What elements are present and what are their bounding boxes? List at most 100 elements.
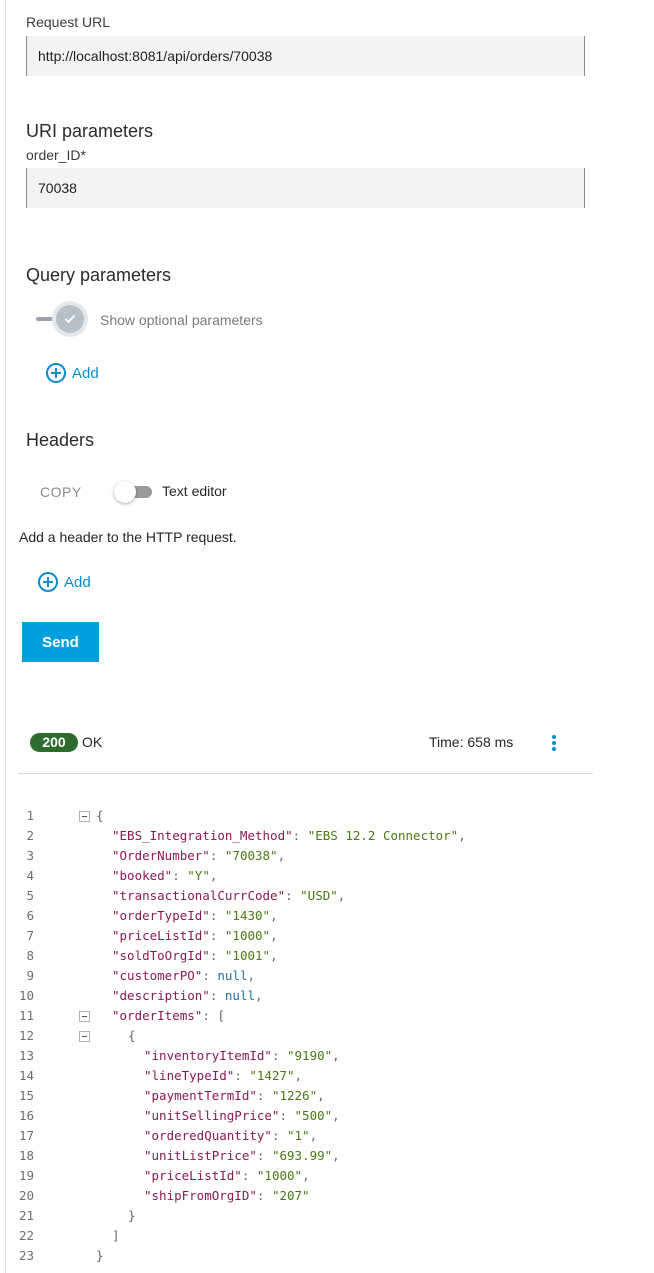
json-string: "70038" [224, 848, 278, 863]
add-header-button[interactable]: Add [38, 572, 91, 592]
code-line: 20 "shipFromOrgID": "207" [0, 1186, 620, 1206]
code-line: 6 "orderTypeId": "1430", [0, 906, 620, 926]
request-url-label: Request URL [26, 14, 111, 30]
fold-toggle-icon[interactable] [79, 811, 90, 822]
json-punctuation: , [270, 928, 278, 943]
code-text: { [96, 1026, 136, 1046]
code-text: "priceListId": "1000", [96, 926, 278, 946]
json-string: "1427" [249, 1068, 295, 1083]
uri-parameters-title: URI parameters [26, 121, 154, 141]
json-punctuation: , [337, 888, 346, 903]
code-line: 3 "OrderNumber": "70038", [0, 846, 620, 866]
add-query-parameter-label: Add [72, 364, 99, 382]
json-punctuation: { [128, 1028, 136, 1043]
line-number: 8 [26, 948, 34, 963]
json-string: "Y" [187, 868, 210, 883]
json-key: "OrderNumber" [112, 848, 210, 863]
line-number: 3 [26, 848, 34, 863]
json-key: "transactionalCurrCode" [112, 888, 286, 903]
plus-circle-icon [46, 363, 66, 383]
line-number: 12 [18, 1028, 34, 1043]
add-query-parameter-button[interactable]: Add [46, 363, 99, 383]
json-string: "1" [287, 1128, 310, 1143]
line-number: 4 [26, 868, 34, 883]
headers-help-text: Add a header to the HTTP request. [19, 529, 237, 545]
kebab-menu-icon[interactable] [549, 733, 559, 753]
code-text: "priceListId": "1000", [96, 1166, 310, 1186]
json-punctuation: , [294, 1068, 303, 1083]
code-line: 7 "priceListId": "1000", [0, 926, 620, 946]
json-string: "9190" [287, 1048, 333, 1063]
json-key: "inventoryItemId" [144, 1048, 272, 1063]
code-line: 16 "unitSellingPrice": "500", [0, 1106, 620, 1126]
json-punctuation: , [270, 948, 278, 963]
request-url-field[interactable]: http://localhost:8081/api/orders/70038 [26, 36, 585, 76]
code-line: 21} [0, 1206, 620, 1226]
status-text: OK [82, 734, 103, 750]
json-punctuation: : [209, 848, 225, 863]
code-text: "orderTypeId": "1430", [96, 906, 278, 926]
json-string: "EBS 12.2 Connector" [307, 828, 459, 843]
code-line: 15 "paymentTermId": "1226", [0, 1086, 620, 1106]
line-number: 18 [18, 1148, 34, 1163]
json-punctuation: : [209, 948, 225, 963]
code-line: 4 "booked": "Y", [0, 866, 620, 886]
json-punctuation: : [256, 1188, 272, 1203]
code-text: { [96, 806, 104, 826]
line-number: 5 [26, 888, 34, 903]
json-punctuation: } [128, 1208, 136, 1223]
query-parameters-title: Query parameters [26, 265, 172, 285]
order-id-field[interactable]: 70038 [26, 168, 585, 208]
json-punctuation: : [285, 888, 301, 903]
json-punctuation: , [309, 1128, 318, 1143]
toggle-thumb [56, 305, 84, 333]
code-line: 10 "description": null, [0, 986, 620, 1006]
code-line: 22] [0, 1226, 620, 1246]
json-punctuation: { [96, 808, 104, 823]
code-line: 9 "customerPO": null, [0, 966, 620, 986]
json-punctuation: , [332, 1048, 340, 1063]
json-punctuation: : [271, 1048, 287, 1063]
json-punctuation: : [279, 1108, 295, 1123]
code-text: "OrderNumber": "70038", [96, 846, 285, 866]
line-number: 15 [18, 1088, 34, 1103]
json-punctuation: , [302, 1168, 310, 1183]
json-string: "1000" [256, 1168, 303, 1183]
fold-toggle-icon[interactable] [79, 1031, 90, 1042]
code-text: "orderedQuantity": "1", [96, 1126, 317, 1146]
line-number: 23 [18, 1248, 34, 1263]
code-text: "description": null, [96, 986, 263, 1006]
line-number: 2 [26, 828, 34, 843]
response-body[interactable]: 1{ 2 "EBS_Integration_Method": "EBS 12.2 C… [0, 806, 620, 1266]
optional-parameters-toggle[interactable] [26, 302, 90, 336]
line-number: 22 [18, 1228, 34, 1243]
json-key: "priceListId" [144, 1168, 242, 1183]
code-line: 12 { [0, 1026, 620, 1046]
code-line: 1{ [0, 806, 620, 826]
json-punctuation: , [277, 848, 286, 863]
code-line: 17 "orderedQuantity": "1", [0, 1126, 620, 1146]
json-string: "1226" [271, 1088, 318, 1103]
json-punctuation: , [270, 908, 278, 923]
code-text: "transactionalCurrCode": "USD", [96, 886, 345, 906]
code-text: "paymentTermId": "1226", [96, 1086, 325, 1106]
json-key: "priceListId" [112, 928, 210, 943]
json-null: null [217, 968, 248, 983]
code-text: "EBS_Integration_Method": "EBS 12.2 Conn… [96, 826, 466, 846]
status-badge: 200 [30, 733, 78, 752]
send-button[interactable]: Send [22, 622, 99, 662]
json-string: "207" [271, 1188, 310, 1203]
json-punctuation: , [209, 868, 218, 883]
line-number: 20 [18, 1188, 34, 1203]
json-key: "lineTypeId" [144, 1068, 235, 1083]
json-key: "description" [112, 988, 210, 1003]
json-punctuation: , [247, 968, 256, 983]
headers-title: Headers [26, 430, 95, 450]
line-number: 14 [18, 1068, 34, 1083]
fold-toggle-icon[interactable] [79, 1011, 90, 1022]
text-editor-switch[interactable] [114, 481, 154, 503]
copy-button[interactable]: COPY [40, 484, 82, 500]
json-string: "USD" [300, 888, 338, 903]
code-line: 18 "unitListPrice": "693.99", [0, 1146, 620, 1166]
json-null: null [224, 988, 256, 1003]
